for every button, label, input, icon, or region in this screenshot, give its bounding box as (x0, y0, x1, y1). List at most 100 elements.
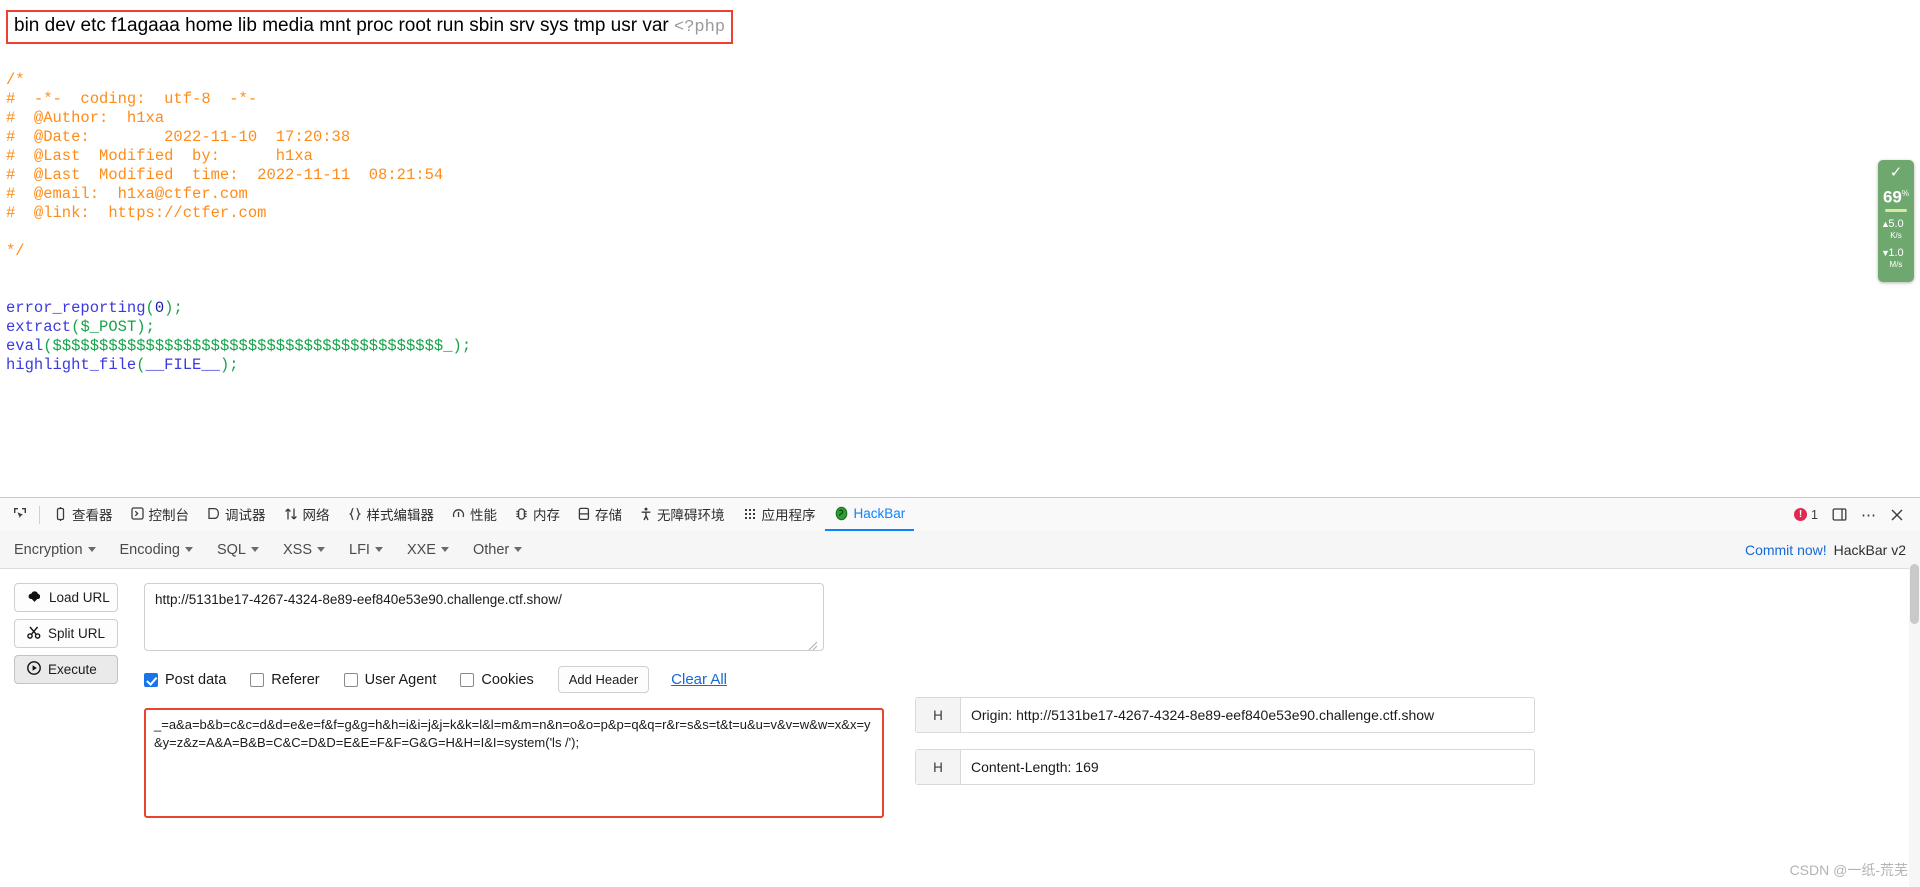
comment-close: */ (6, 242, 25, 260)
devtools-panel: 查看器 控制台 调试器 网络 样式编辑器 性能 内存 存储 无障碍环境 应用程序… (0, 497, 1920, 887)
fn-extract: extract (6, 318, 72, 336)
devtools-scrollbar[interactable] (1909, 564, 1920, 887)
checkbox-box[interactable] (144, 672, 158, 687)
url-input[interactable] (144, 583, 824, 651)
network-icon (284, 507, 298, 521)
checkbox-referer[interactable]: Referer (250, 671, 320, 688)
semicolon: ; (461, 337, 472, 355)
header-value[interactable]: Origin: http://5131be17-4267-4324-8e89-e… (961, 698, 1534, 732)
network-speed-widget[interactable]: ✓ 69% ▲ 5.0 K/s ▼ 1.0 M/s (1878, 160, 1914, 282)
button-label: Add Header (568, 672, 639, 687)
clear-all-link[interactable]: Clear All (671, 671, 727, 688)
hackbar-action-buttons: Load URL Split URL Execute (14, 583, 118, 691)
speed-percent: 69% (1878, 183, 1914, 207)
checkbox-cookies[interactable]: Cookies (460, 672, 534, 688)
arg-file-constant: __FILE__ (145, 356, 220, 374)
upload-rate-unit: K/s (1890, 230, 1902, 240)
tab-performance[interactable]: 性能 (443, 499, 506, 531)
post-data-input[interactable]: _=a&a=b&b=c&c=d&d=e&e=f&f=g&g=h&h=i&i=j&… (144, 708, 884, 818)
split-url-button[interactable]: Split URL (14, 619, 118, 648)
chevron-down-icon (514, 547, 523, 552)
header-row[interactable]: H Content-Length: 169 (915, 749, 1535, 785)
download-rate: ▼ 1.0 M/s (1878, 247, 1914, 270)
tab-style-editor[interactable]: 样式编辑器 (339, 499, 444, 531)
php-source-code: /* # -*- coding: utf-8 -*- # @Author: h1… (6, 52, 471, 394)
style-editor-icon (348, 507, 362, 521)
checkbox-user-agent[interactable]: User Agent (343, 672, 436, 688)
tab-accessibility[interactable]: 无障碍环境 (631, 499, 734, 531)
tab-inspector[interactable]: 查看器 (45, 499, 122, 531)
checkbox-post-data[interactable]: Post data (144, 672, 226, 688)
speed-bar (1885, 208, 1907, 212)
checkbox-box[interactable] (250, 672, 265, 687)
checkbox-label: Referer (271, 671, 320, 688)
arrow-down-icon: ▼ (1881, 247, 1890, 258)
add-header-button[interactable]: Add Header (557, 666, 650, 693)
header-tag: H (916, 698, 961, 732)
cloud-download-icon (27, 590, 42, 606)
load-url-button[interactable]: Load URL (14, 583, 118, 612)
header-value[interactable]: Content-Length: 169 (961, 750, 1534, 784)
accessibility-icon (640, 507, 652, 521)
error-count-badge[interactable]: ! 1 (1794, 508, 1818, 522)
menu-other[interactable]: Other (473, 542, 523, 558)
tab-application[interactable]: 应用程序 (734, 499, 825, 531)
arg-post-superglobal: $_POST (80, 318, 137, 336)
console-icon (130, 507, 144, 520)
devtools-toolbar-right: ! 1 ⋯ (1794, 506, 1914, 524)
checkbox-box[interactable] (460, 672, 475, 687)
hackbar-body: Load URL Split URL Execute Post data (0, 569, 1920, 818)
more-options-icon[interactable]: ⋯ (1861, 506, 1876, 524)
menu-lfi[interactable]: LFI (349, 542, 383, 558)
menu-xss[interactable]: XSS (283, 542, 326, 558)
upload-rate: ▲ 5.0 K/s (1878, 218, 1914, 241)
chevron-down-icon (251, 547, 259, 552)
comment-line: # @link: https://ctfer.com (6, 204, 267, 222)
chevron-down-icon (374, 547, 383, 552)
dock-panel-icon[interactable] (1832, 507, 1847, 522)
performance-icon (452, 507, 465, 520)
tab-console[interactable]: 控制台 (122, 499, 199, 531)
element-picker-icon[interactable] (6, 503, 34, 527)
menu-encryption[interactable]: Encryption (14, 542, 96, 558)
hackbar-panel: Encryption Encoding SQL XSS LFI XXE Othe… (0, 531, 1920, 887)
speed-percent-unit: % (1901, 189, 1910, 198)
menu-sql[interactable]: SQL (217, 542, 259, 558)
tab-debugger[interactable]: 调试器 (198, 499, 275, 531)
download-rate-unit: M/s (1889, 259, 1903, 269)
error-count: 1 (1811, 507, 1818, 522)
toolbar-divider (39, 505, 40, 524)
paren-close: ) (219, 356, 230, 374)
fn-error-reporting: error_reporting (6, 299, 146, 317)
menu-label: XXE (406, 541, 436, 558)
tab-hackbar[interactable]: HackBar (824, 499, 915, 531)
tab-label: HackBar (853, 506, 906, 521)
header-row[interactable]: H Origin: http://5131be17-4267-4324-8e89… (915, 697, 1535, 733)
scrollbar-thumb[interactable] (1910, 564, 1919, 624)
php-open-tag: <?php (674, 18, 726, 37)
commit-now-link[interactable]: Commit now! (1745, 542, 1827, 558)
tab-memory[interactable]: 内存 (506, 499, 569, 531)
tab-storage[interactable]: 存储 (569, 499, 631, 531)
menu-xxe[interactable]: XXE (407, 542, 449, 558)
tab-label: 调试器 (225, 507, 266, 523)
execute-button[interactable]: Execute (14, 655, 118, 684)
paren-open: ( (136, 356, 146, 374)
storage-icon (578, 507, 590, 521)
chevron-down-icon (317, 547, 326, 552)
close-icon[interactable] (1890, 508, 1904, 522)
button-label: Execute (48, 662, 97, 677)
menu-encoding[interactable]: Encoding (120, 542, 193, 558)
speed-percent-value: 69 (1882, 187, 1902, 207)
fn-eval: eval (6, 337, 44, 355)
tab-network[interactable]: 网络 (275, 499, 339, 531)
tab-label: 查看器 (72, 507, 113, 523)
devtools-tabbar: 查看器 控制台 调试器 网络 样式编辑器 性能 内存 存储 无障碍环境 应用程序… (0, 498, 1920, 532)
arrow-up-icon: ▲ (1881, 218, 1890, 229)
watermark: CSDN @一纸-荒芜 (1789, 862, 1908, 878)
comment-line: # @Author: h1xa (6, 109, 165, 127)
memory-icon (515, 507, 528, 521)
checkbox-box[interactable] (343, 672, 358, 687)
button-label: Split URL (48, 626, 106, 641)
url-resize-handle[interactable] (808, 641, 818, 651)
